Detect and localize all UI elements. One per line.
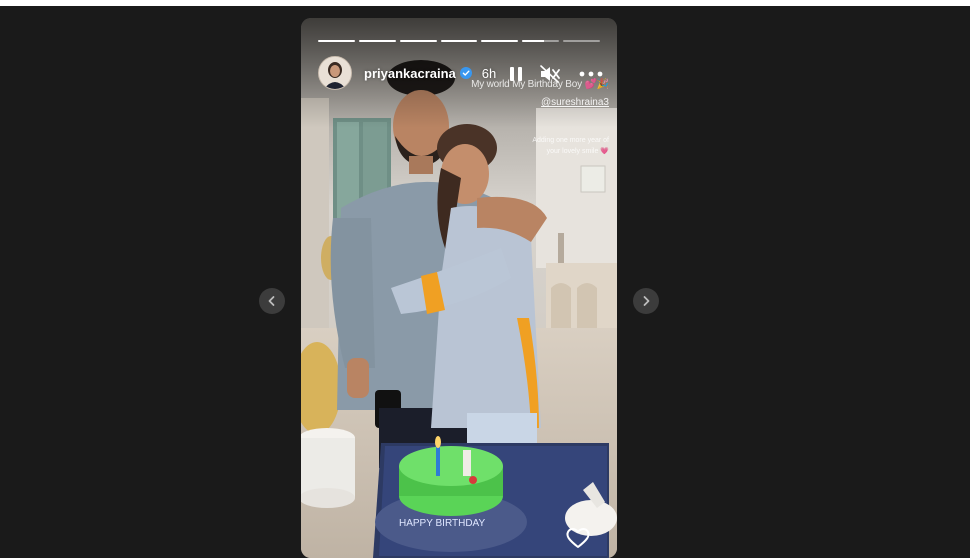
progress-segment — [563, 40, 601, 42]
progress-segment — [440, 40, 478, 42]
progress-segment — [481, 40, 519, 42]
top-strip — [0, 0, 970, 6]
caption-line: your lovely smile 💗 — [546, 148, 609, 155]
progress-segment — [318, 40, 355, 42]
progress-segment — [399, 40, 437, 42]
like-button[interactable] — [565, 526, 591, 550]
progress-segment-current — [522, 40, 560, 42]
avatar[interactable] — [318, 56, 352, 90]
cake-text: HAPPY BIRTHDAY — [399, 518, 485, 529]
verified-badge-icon — [459, 67, 472, 79]
previous-story-button[interactable] — [259, 288, 285, 314]
story-progress — [318, 40, 601, 43]
avatar-image — [319, 57, 351, 89]
chevron-left-icon — [268, 296, 275, 306]
story-caption: My world My Birthday Boy 💕🎉 — [471, 79, 609, 90]
story-caption-secondary: Adding one more year of your lovely smil… — [497, 135, 609, 157]
chevron-right-icon — [643, 296, 650, 306]
next-story-button[interactable] — [633, 288, 659, 314]
heart-icon — [566, 528, 590, 548]
story-mention[interactable]: @sureshraina3 — [501, 97, 609, 108]
progress-segment — [358, 40, 396, 42]
more-dots-icon — [579, 71, 603, 77]
caption-line: Adding one more year of — [532, 137, 609, 144]
story-viewer[interactable]: HAPPY BIRTHDAY priyankacraina 6h My worl… — [301, 18, 617, 558]
story-username[interactable]: priyankacraina — [364, 66, 456, 81]
